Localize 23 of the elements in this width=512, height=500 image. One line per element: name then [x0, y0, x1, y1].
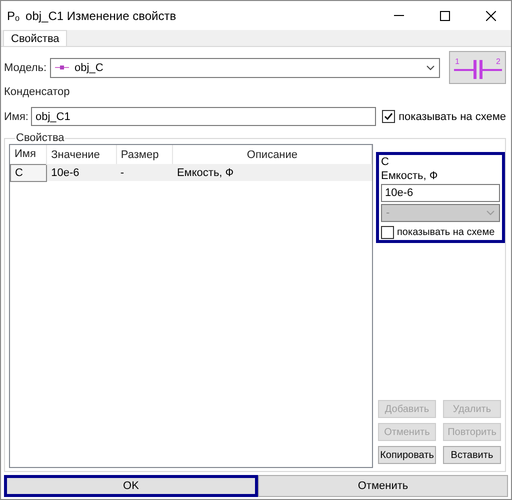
- group-title: Свойства: [15, 132, 66, 144]
- table-cell[interactable]: -: [116, 164, 173, 181]
- tab[interactable]: Свойства: [3, 30, 68, 46]
- app-icon: Pₒ: [7, 8, 20, 22]
- table-cell[interactable]: 10e-6: [46, 164, 116, 181]
- checkbox-label: показывать на схеме: [398, 110, 506, 122]
- window-title: obj_C1 Изменение свойств: [26, 8, 178, 22]
- field-label: Имя:: [4, 110, 28, 122]
- ok-button[interactable]: OK: [4, 475, 258, 497]
- capacitor-drawing: 1 2: [452, 56, 502, 80]
- action-button[interactable]: Копировать: [378, 446, 436, 464]
- action-button[interactable]: Вставить: [443, 446, 501, 464]
- checkbox-label: показывать на схеме: [397, 227, 495, 238]
- cancel-button[interactable]: Отменить: [258, 475, 508, 497]
- name-field[interactable]: obj_C1: [31, 107, 376, 126]
- table-cell[interactable]: C: [10, 164, 47, 181]
- type-label: Конденсатор: [4, 86, 70, 98]
- table-cell[interactable]: Емкость, Ф: [172, 164, 372, 181]
- field-label: Модель:: [4, 62, 47, 74]
- property-description: Емкость, Ф: [381, 170, 439, 182]
- model-dropdown[interactable]: obj_C: [50, 58, 440, 78]
- property-name: C: [381, 156, 390, 168]
- value-field[interactable]: 10e-6: [381, 184, 500, 202]
